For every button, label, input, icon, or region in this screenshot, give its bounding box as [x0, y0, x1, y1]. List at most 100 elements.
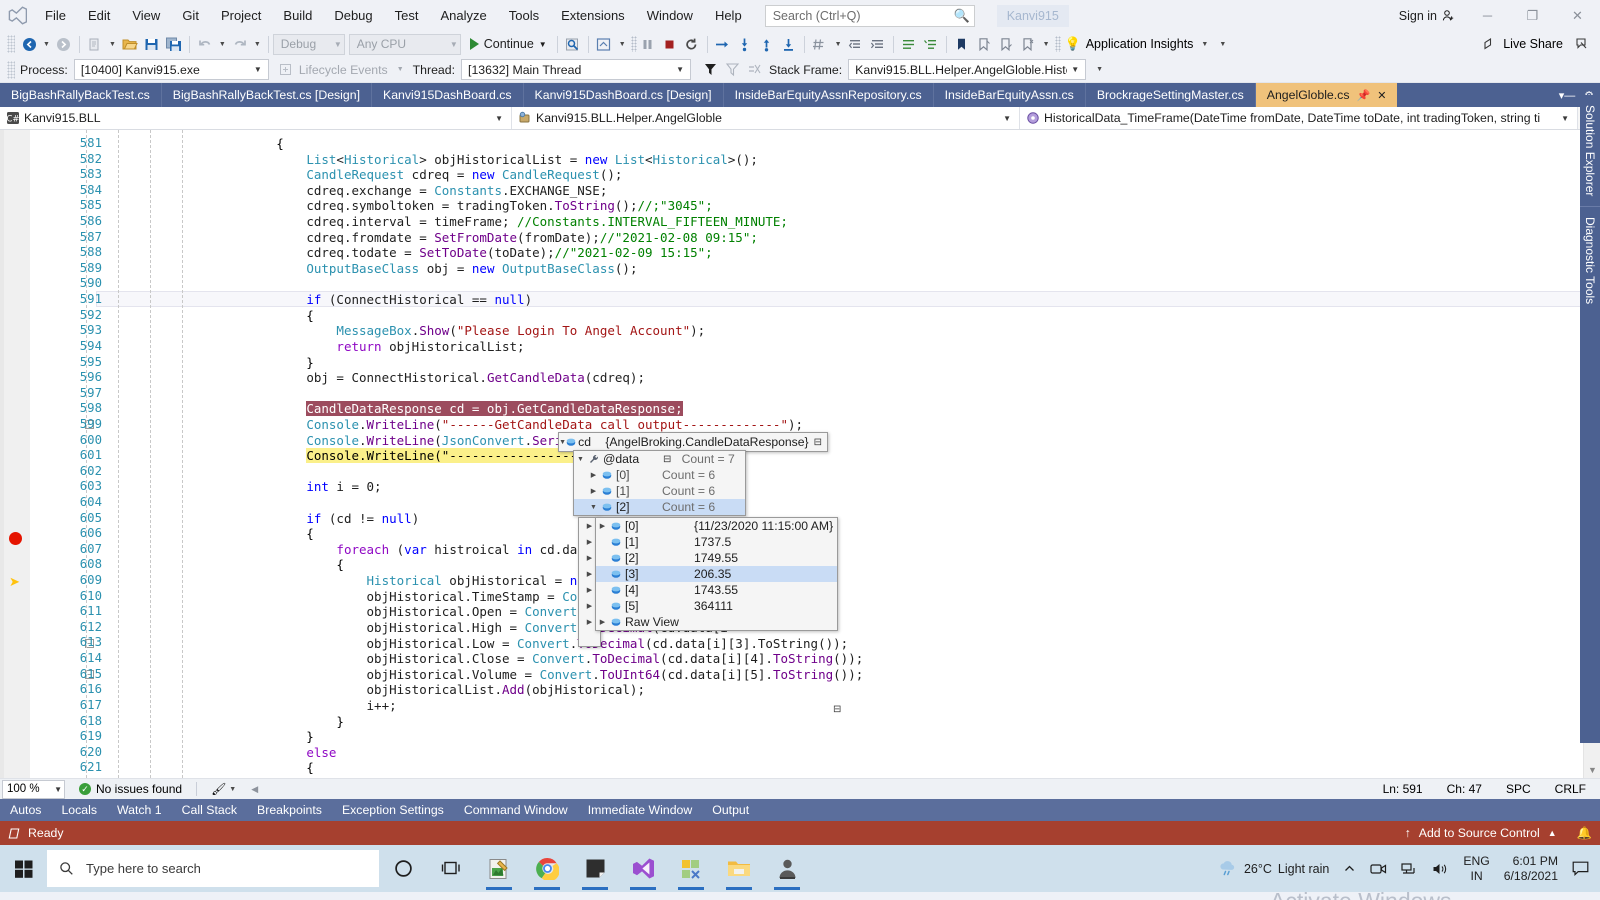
bookmark-icon[interactable] [951, 33, 973, 55]
menu-file[interactable]: File [34, 0, 77, 31]
task-view-icon[interactable] [427, 845, 475, 892]
code-line-591[interactable]: 591 if (ConnectHistorical == null) [80, 292, 863, 308]
notepad-editor-icon[interactable] [475, 845, 523, 892]
flag-icon[interactable] [699, 59, 721, 81]
file-explorer-icon[interactable] [715, 845, 763, 892]
code-line-615[interactable]: 615 objHistorical.Volume = Convert.ToUIn… [80, 667, 863, 683]
open-file-icon[interactable] [119, 33, 141, 55]
navigate-back-dropdown-icon[interactable]: ▼ [40, 41, 53, 48]
datatip-child-row[interactable]: [5] 364111 [596, 598, 837, 614]
code-line-613[interactable]: 613 objHistorical.Low = Convert.ToDecima… [80, 635, 863, 652]
quick-search-input[interactable]: Search (Ctrl+Q) 🔍 [764, 4, 975, 27]
tab-list-icon[interactable]: ▾— [1556, 89, 1578, 102]
minimize-button[interactable]: ─ [1465, 0, 1510, 31]
flag-threads-icon[interactable] [743, 59, 765, 81]
doc-tab-bigbash-design[interactable]: BigBashRallyBackTest.cs [Design] [162, 83, 373, 107]
save-icon[interactable] [141, 33, 163, 55]
add-to-source-control-button[interactable]: Add to Source Control [1419, 826, 1540, 840]
hot-reload-icon[interactable] [562, 33, 584, 55]
expander-icon[interactable]: ▼ [574, 456, 587, 463]
doc-tab-angelgloble[interactable]: AngelGloble.cs 📌 ✕ [1255, 83, 1398, 107]
navigate-back-icon[interactable] [18, 33, 40, 55]
datatip-row-0[interactable]: ▶ [0] Count = 6 [574, 467, 745, 483]
pin-to-source-icon[interactable]: ⊟ [809, 437, 827, 448]
feedback-icon[interactable] [1571, 33, 1593, 55]
type-selector[interactable]: Kanvi915.BLL.Helper.AngelGloble ▼ [512, 107, 1020, 129]
code-line-587[interactable]: 587 cdreq.fromdate = SetFromDate(fromDat… [80, 230, 863, 246]
tab-command-window[interactable]: Command Window [454, 799, 578, 821]
live-preview-icon[interactable] [593, 33, 615, 55]
comment-icon[interactable] [898, 33, 920, 55]
code-line-620[interactable]: 620 else [80, 745, 863, 761]
code-line-595[interactable]: 595 } [80, 355, 863, 371]
menu-build[interactable]: Build [272, 0, 323, 31]
doc-tab-insidebar-repository[interactable]: InsideBarEquityAssnRepository.cs [724, 83, 934, 107]
doc-tab-bigbash[interactable]: BigBashRallyBackTest.cs [0, 83, 162, 107]
code-line-589[interactable]: 589 OutputBaseClass obj = new OutputBase… [80, 261, 863, 277]
indent-icon[interactable] [867, 33, 889, 55]
code-line-585[interactable]: 585 cdreq.symboltoken = tradingToken.ToS… [80, 198, 863, 214]
toolbar-grip[interactable] [7, 35, 15, 53]
menu-debug[interactable]: Debug [323, 0, 383, 31]
live-share-button[interactable]: Live Share [1475, 37, 1571, 51]
code-line-619[interactable]: 619 } [80, 729, 863, 745]
expander-icon[interactable]: ▶ [587, 487, 600, 495]
chevron-down-icon[interactable]: ▼ [394, 66, 407, 73]
datatip-child-row[interactable]: [4] 1743.55 [596, 582, 837, 598]
overflow-dots-icon[interactable]: ▼ [1092, 66, 1106, 73]
code-line-621[interactable]: 621 { [80, 760, 863, 776]
tab-output[interactable]: Output [702, 799, 759, 821]
new-item-icon[interactable] [84, 33, 106, 55]
datatip-level1[interactable]: ▼ @data ⊟ Count = 7 ▶ [0] Count = 6 ▶ [1… [573, 450, 746, 516]
continue-button[interactable]: Continue ▼ [466, 33, 553, 55]
code-line-583[interactable]: 583 CandleRequest cdreq = new CandleRequ… [80, 167, 863, 183]
editor-glyph-margin[interactable]: ➤ ✎ [0, 130, 68, 778]
datatip-child-row[interactable]: [1] 1737.5 [596, 534, 837, 550]
code-line-586[interactable]: 586 cdreq.interval = timeFrame; //Consta… [80, 214, 863, 230]
code-line-614[interactable]: 614 objHistorical.Close = Convert.ToDeci… [80, 651, 863, 667]
doc-tab-dashboard-design[interactable]: Kanvi915DashBoard.cs [Design] [524, 83, 724, 107]
application-insights-button[interactable]: 💡 Application Insights ▼ [1061, 36, 1216, 52]
close-icon[interactable]: ✕ [1377, 89, 1386, 102]
undo-icon[interactable] [194, 33, 216, 55]
code-line-599[interactable]: 599 Console.WriteLine("------GetCandleDa… [80, 417, 863, 433]
new-item-dropdown-icon[interactable]: ▼ [106, 41, 119, 48]
code-cleanup-icon[interactable]: 🖌 [211, 782, 226, 796]
expander-icon[interactable]: ▶ [596, 618, 609, 626]
expander-icon[interactable]: ▶ [587, 471, 600, 479]
code-editor[interactable]: ➤ ✎ − − − − 581 {582 List<Historical> ob… [0, 130, 1600, 900]
code-line-590[interactable]: 590 [80, 276, 863, 292]
editor-text-area[interactable]: − − − − 581 {582 List<Historical> objHis… [30, 130, 1583, 778]
overflow-dots-icon[interactable]: ▼ [831, 41, 845, 48]
navigate-forward-icon[interactable] [53, 33, 75, 55]
datatip-row-1[interactable]: ▶ [1] Count = 6 [574, 483, 745, 499]
datatip-raw-view-row[interactable]: ▶ Raw View [596, 614, 837, 630]
visual-studio-icon[interactable] [619, 845, 667, 892]
tab-watch-1[interactable]: Watch 1 [107, 799, 172, 821]
step-into-icon[interactable] [734, 33, 756, 55]
solution-platform-combo[interactable]: Any CPU ▼ [348, 33, 461, 55]
expander-icon[interactable]: ▶ [596, 522, 609, 530]
restart-icon[interactable] [681, 33, 703, 55]
code-line-602[interactable]: 602 [80, 464, 863, 480]
code-line-618[interactable]: 618 } [80, 714, 863, 730]
windows-start-icon[interactable] [0, 845, 47, 892]
datatip-child-row[interactable]: [2] 1749.55 [596, 550, 837, 566]
sql-tools-icon[interactable] [667, 845, 715, 892]
datatip-child-row-selected[interactable]: [3] 206.35 [596, 566, 837, 582]
notification-bell-icon[interactable]: 🔔 [1565, 826, 1592, 841]
code-line-597[interactable]: 597 [80, 386, 863, 402]
chevron-down-icon[interactable]: ▼ [226, 786, 239, 793]
weather-widget[interactable]: 26°C Light rain [1211, 860, 1336, 877]
menu-extensions[interactable]: Extensions [550, 0, 636, 31]
menu-view[interactable]: View [121, 0, 171, 31]
thread-filter-icon[interactable] [721, 59, 743, 81]
redo-dropdown-icon[interactable]: ▼ [251, 41, 264, 48]
breakpoint-glyph[interactable] [9, 532, 22, 545]
doc-tab-insidebar-assn[interactable]: InsideBarEquityAssn.cs [934, 83, 1086, 107]
datatip-level2[interactable]: ▶ [0] {11/23/2020 11:15:00 AM} [1] 1737.… [595, 517, 838, 631]
code-line-603[interactable]: 603 int i = 0; [80, 479, 863, 495]
outdent-icon[interactable] [845, 33, 867, 55]
show-hidden-icons-icon[interactable] [1336, 862, 1363, 875]
meet-now-icon[interactable] [1363, 862, 1394, 876]
